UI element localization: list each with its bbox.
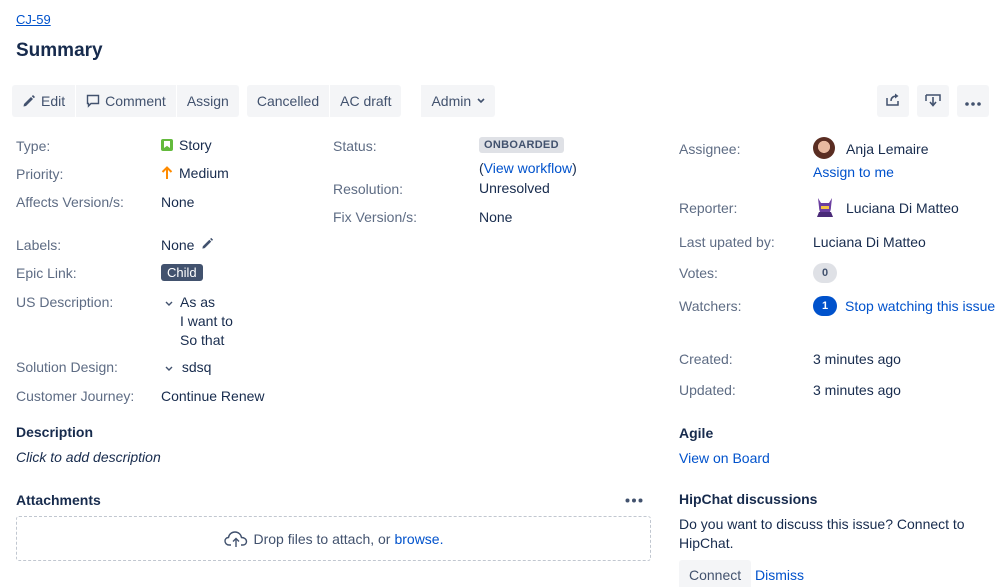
arrow-up-icon	[161, 166, 173, 183]
us-description-line-3: So that	[180, 332, 225, 348]
assign-button-label: Assign	[186, 93, 229, 109]
share-button[interactable]	[877, 85, 909, 117]
labels-label: Labels:	[16, 237, 62, 253]
watchers-label: Watchers:	[679, 298, 742, 314]
epic-link-lozenge[interactable]: Child	[161, 264, 203, 281]
ac-draft-button-label: AC draft	[340, 93, 392, 109]
pencil-icon	[22, 94, 36, 108]
status-label: Status:	[333, 138, 377, 154]
connect-button[interactable]: Connect	[679, 560, 752, 587]
fix-version-value: None	[479, 209, 513, 225]
attachments-heading: Attachments	[16, 492, 101, 508]
dropzone-text: Drop files to attach, or	[253, 530, 391, 547]
edit-button[interactable]: Edit	[12, 85, 76, 117]
fix-version-label: Fix Version/s:	[333, 209, 418, 225]
reporter-avatar[interactable]	[813, 195, 837, 219]
type-value-text: Story	[179, 137, 212, 153]
more-icon	[965, 93, 981, 109]
chevron-down-icon[interactable]	[165, 294, 173, 310]
comment-button[interactable]: Comment	[76, 85, 176, 117]
reporter-name[interactable]: Luciana Di Matteo	[846, 200, 959, 216]
reporter-label: Reporter:	[679, 200, 738, 216]
toolbar-workflow-group: Cancelled AC draft	[246, 85, 402, 117]
last-updated-label: Last upated by:	[679, 234, 775, 250]
description-placeholder[interactable]: Click to add description	[16, 449, 161, 465]
attachment-dropzone[interactable]: Drop files to attach, or browse.	[16, 516, 651, 561]
ac-draft-button[interactable]: AC draft	[330, 85, 402, 117]
labels-value-text: None	[161, 237, 195, 253]
issue-toolbar: Edit Comment Assign Cancelled AC draft A…	[12, 85, 503, 117]
chevron-down-icon[interactable]	[165, 359, 177, 375]
chevron-down-icon	[477, 98, 485, 104]
export-icon	[925, 93, 941, 110]
labels-value[interactable]: None	[161, 237, 214, 253]
hipchat-description: Do you want to discuss this issue? Conne…	[679, 516, 965, 551]
us-description-line-1: As as	[180, 294, 216, 310]
us-description-line-2: I want to	[180, 313, 233, 329]
more-actions-button[interactable]	[957, 85, 989, 117]
assign-button[interactable]: Assign	[176, 85, 239, 117]
dismiss-link[interactable]: Dismiss	[755, 567, 804, 583]
assign-to-me-link[interactable]: Assign to me	[813, 164, 894, 180]
type-label: Type:	[16, 138, 51, 154]
solution-design-value[interactable]: sdsq	[165, 359, 211, 375]
priority-value: Medium	[161, 165, 229, 183]
created-value: 3 minutes ago	[813, 351, 901, 367]
browse-link[interactable]: browse.	[394, 531, 443, 547]
toolbar-primary-group: Edit Comment Assign	[12, 85, 239, 117]
view-workflow-link[interactable]: View workflow	[484, 160, 572, 176]
view-workflow-wrapper: (View workflow)	[479, 160, 577, 176]
stop-watching-link[interactable]: Stop watching this issue	[845, 298, 995, 314]
admin-dropdown-button[interactable]: Admin	[421, 85, 496, 117]
assignee-avatar[interactable]	[813, 137, 835, 159]
story-icon	[161, 139, 173, 151]
comment-button-label: Comment	[105, 93, 166, 109]
updated-label: Updated:	[679, 382, 736, 398]
votes-label: Votes:	[679, 265, 718, 281]
status-lozenge: ONBOARDED	[479, 137, 564, 153]
hipchat-heading: HipChat discussions	[679, 491, 818, 507]
solution-design-text: sdsq	[181, 359, 212, 375]
priority-value-text: Medium	[179, 165, 229, 181]
issue-key-link[interactable]: CJ-59	[16, 12, 51, 27]
us-description-label: US Description:	[16, 294, 114, 310]
watchers-count-badge[interactable]: 1	[813, 296, 837, 316]
created-label: Created:	[679, 351, 733, 367]
edit-button-label: Edit	[41, 93, 66, 109]
assignee-name[interactable]: Anja Lemaire	[846, 141, 929, 157]
agile-heading: Agile	[679, 425, 714, 441]
admin-button-label: Admin	[431, 93, 472, 109]
priority-label: Priority:	[16, 166, 64, 182]
solution-design-label: Solution Design:	[16, 359, 118, 375]
attachments-more-icon[interactable]	[625, 490, 643, 506]
pencil-icon[interactable]	[201, 237, 214, 253]
issue-summary-title[interactable]: Summary	[16, 40, 103, 62]
share-icon	[885, 93, 901, 110]
last-updated-name: Luciana Di Matteo	[813, 234, 926, 250]
votes-count-badge[interactable]: 0	[813, 263, 837, 283]
resolution-label: Resolution:	[333, 181, 404, 197]
resolution-value: Unresolved	[479, 180, 550, 196]
comment-icon	[86, 94, 100, 108]
paren-close: )	[572, 160, 577, 176]
export-button[interactable]	[917, 85, 949, 117]
toolbar-admin-group: Admin	[421, 85, 496, 117]
affects-version-value: None	[161, 194, 195, 210]
epic-link-label: Epic Link:	[16, 265, 77, 281]
us-description-toggle[interactable]	[165, 294, 173, 310]
toolbar-right-actions	[869, 85, 989, 117]
description-heading: Description	[16, 424, 94, 440]
cloud-upload-icon	[223, 530, 248, 548]
view-on-board-link[interactable]: View on Board	[679, 450, 770, 466]
customer-journey-value: Continue Renew	[161, 388, 265, 404]
customer-journey-label: Customer Journey:	[16, 388, 135, 404]
affects-version-label: Affects Version/s:	[16, 194, 124, 210]
assignee-label: Assignee:	[679, 141, 741, 157]
cancelled-button-label: Cancelled	[256, 93, 320, 109]
updated-value: 3 minutes ago	[813, 382, 901, 398]
type-value: Story	[161, 137, 212, 153]
cancelled-button[interactable]: Cancelled	[246, 85, 330, 117]
